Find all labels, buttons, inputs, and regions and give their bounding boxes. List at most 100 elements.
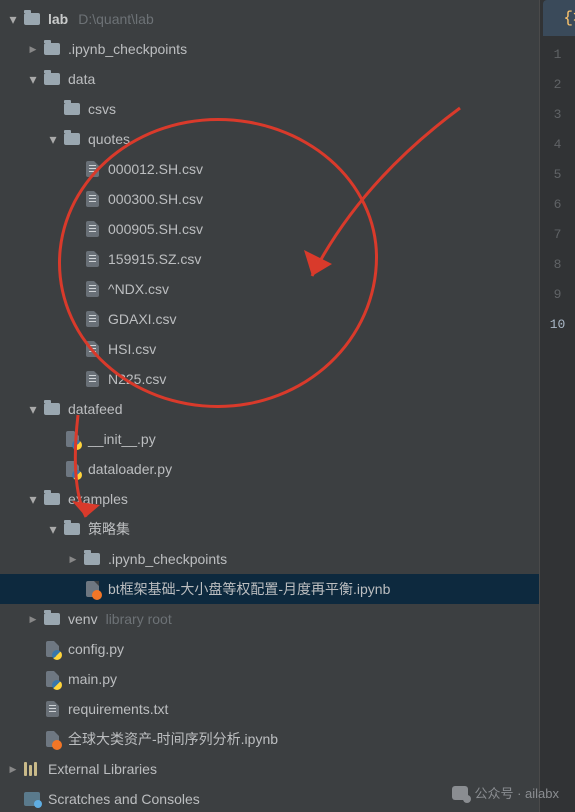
python-file-icon bbox=[42, 669, 62, 689]
chevron-down-icon[interactable] bbox=[24, 400, 42, 418]
gutter-line-number: 4 bbox=[540, 130, 575, 160]
tree-label: examples bbox=[68, 491, 128, 507]
watermark: 公众号 · ailabx bbox=[452, 783, 559, 802]
chevron-right-icon[interactable] bbox=[24, 40, 42, 58]
gutter-line-number: 9 bbox=[540, 280, 575, 310]
tree-label: 000012.SH.csv bbox=[108, 161, 203, 177]
tree-label: data bbox=[68, 71, 95, 87]
folder-icon bbox=[22, 9, 42, 29]
library-icon bbox=[22, 759, 42, 779]
chevron-down-icon[interactable] bbox=[44, 520, 62, 538]
tree-item-venv[interactable]: venv library root bbox=[0, 604, 539, 634]
tree-label: datafeed bbox=[68, 401, 123, 417]
tree-item-file[interactable]: 159915.SZ.csv bbox=[0, 244, 539, 274]
library-root-hint: library root bbox=[106, 611, 172, 627]
tree-label: lab bbox=[48, 11, 68, 27]
folder-icon bbox=[42, 609, 62, 629]
tree-label: Scratches and Consoles bbox=[48, 791, 200, 807]
tree-item-file[interactable]: 000012.SH.csv bbox=[0, 154, 539, 184]
tree-label: 策略集 bbox=[88, 519, 130, 539]
tree-item-bt-notebook[interactable]: bt框架基础-大小盘等权配置-月度再平衡.ipynb bbox=[0, 574, 539, 604]
project-tree-panel: lab D:\quant\lab .ipynb_checkpoints data… bbox=[0, 0, 539, 812]
chevron-right-icon[interactable] bbox=[4, 760, 22, 778]
tree-item-file[interactable]: ^NDX.csv bbox=[0, 274, 539, 304]
tree-label: dataloader.py bbox=[88, 461, 172, 477]
python-file-icon bbox=[62, 429, 82, 449]
watermark-text: 公众号 · ailabx bbox=[474, 783, 559, 802]
tree-item-external-libraries[interactable]: External Libraries bbox=[0, 754, 539, 784]
editor-gutter: {> 12345678910 bbox=[539, 0, 575, 812]
tree-label: requirements.txt bbox=[68, 701, 168, 717]
file-icon bbox=[82, 249, 102, 269]
gutter-line-number: 3 bbox=[540, 100, 575, 130]
file-icon bbox=[82, 189, 102, 209]
braces-icon: {> bbox=[563, 9, 575, 27]
tree-item-file[interactable]: GDAXI.csv bbox=[0, 304, 539, 334]
chevron-down-icon[interactable] bbox=[44, 130, 62, 148]
file-icon bbox=[42, 699, 62, 719]
tree-path-hint: D:\quant\lab bbox=[78, 11, 154, 27]
python-file-icon bbox=[62, 459, 82, 479]
tree-label: External Libraries bbox=[48, 761, 157, 777]
tree-item-ipynb-checkpoints[interactable]: .ipynb_checkpoints bbox=[0, 34, 539, 64]
tree-label: 000905.SH.csv bbox=[108, 221, 203, 237]
tree-label: quotes bbox=[88, 131, 130, 147]
folder-icon bbox=[42, 39, 62, 59]
tree-item-file[interactable]: dataloader.py bbox=[0, 454, 539, 484]
tree-item-file[interactable]: requirements.txt bbox=[0, 694, 539, 724]
tree-root-lab[interactable]: lab D:\quant\lab bbox=[0, 4, 539, 34]
tree-label: HSI.csv bbox=[108, 341, 156, 357]
folder-icon bbox=[62, 129, 82, 149]
file-icon bbox=[82, 309, 102, 329]
tree-item-data[interactable]: data bbox=[0, 64, 539, 94]
tree-item-file[interactable]: main.py bbox=[0, 664, 539, 694]
tree-label: main.py bbox=[68, 671, 117, 687]
tree-label: GDAXI.csv bbox=[108, 311, 176, 327]
file-icon bbox=[82, 219, 102, 239]
tree-item-datafeed[interactable]: datafeed bbox=[0, 394, 539, 424]
tree-label: bt框架基础-大小盘等权配置-月度再平衡.ipynb bbox=[108, 579, 390, 599]
jupyter-file-icon bbox=[42, 729, 62, 749]
tree-item-csvs[interactable]: csvs bbox=[0, 94, 539, 124]
jupyter-file-icon bbox=[82, 579, 102, 599]
folder-icon bbox=[42, 399, 62, 419]
tree-item-quotes[interactable]: quotes bbox=[0, 124, 539, 154]
tree-label: config.py bbox=[68, 641, 124, 657]
file-icon bbox=[82, 279, 102, 299]
file-icon bbox=[82, 369, 102, 389]
tree-item-file[interactable]: __init__.py bbox=[0, 424, 539, 454]
tree-item-file[interactable]: 000300.SH.csv bbox=[0, 184, 539, 214]
gutter-line-number: 5 bbox=[540, 160, 575, 190]
folder-icon bbox=[62, 519, 82, 539]
tree-label: 159915.SZ.csv bbox=[108, 251, 201, 267]
tree-item-file[interactable]: 000905.SH.csv bbox=[0, 214, 539, 244]
tree-label: venv bbox=[68, 611, 98, 627]
tree-label: .ipynb_checkpoints bbox=[108, 551, 227, 567]
gutter-line-number: 10 bbox=[540, 310, 575, 340]
gutter-line-number: 1 bbox=[540, 40, 575, 70]
tree-item-file[interactable]: 全球大类资产-时间序列分析.ipynb bbox=[0, 724, 539, 754]
tree-item-file[interactable]: config.py bbox=[0, 634, 539, 664]
python-file-icon bbox=[42, 639, 62, 659]
tree-label: N225.csv bbox=[108, 371, 166, 387]
folder-icon bbox=[42, 489, 62, 509]
file-icon bbox=[82, 339, 102, 359]
no-arrow bbox=[44, 100, 62, 118]
chevron-down-icon[interactable] bbox=[24, 70, 42, 88]
tree-item-file[interactable]: HSI.csv bbox=[0, 334, 539, 364]
chevron-right-icon[interactable] bbox=[24, 610, 42, 628]
chevron-down-icon[interactable] bbox=[24, 490, 42, 508]
editor-tab-badge[interactable]: {> bbox=[543, 0, 575, 36]
folder-icon bbox=[62, 99, 82, 119]
gutter-line-number: 7 bbox=[540, 220, 575, 250]
tree-label: 全球大类资产-时间序列分析.ipynb bbox=[68, 729, 278, 749]
tree-item-examples[interactable]: examples bbox=[0, 484, 539, 514]
chevron-right-icon[interactable] bbox=[64, 550, 82, 568]
tree-item-ipynb-checkpoints-sub[interactable]: .ipynb_checkpoints bbox=[0, 544, 539, 574]
gutter-line-number: 6 bbox=[540, 190, 575, 220]
chevron-down-icon[interactable] bbox=[4, 10, 22, 28]
tree-item-file[interactable]: N225.csv bbox=[0, 364, 539, 394]
file-icon bbox=[82, 159, 102, 179]
tree-item-strategies[interactable]: 策略集 bbox=[0, 514, 539, 544]
tree-label: __init__.py bbox=[88, 431, 156, 447]
